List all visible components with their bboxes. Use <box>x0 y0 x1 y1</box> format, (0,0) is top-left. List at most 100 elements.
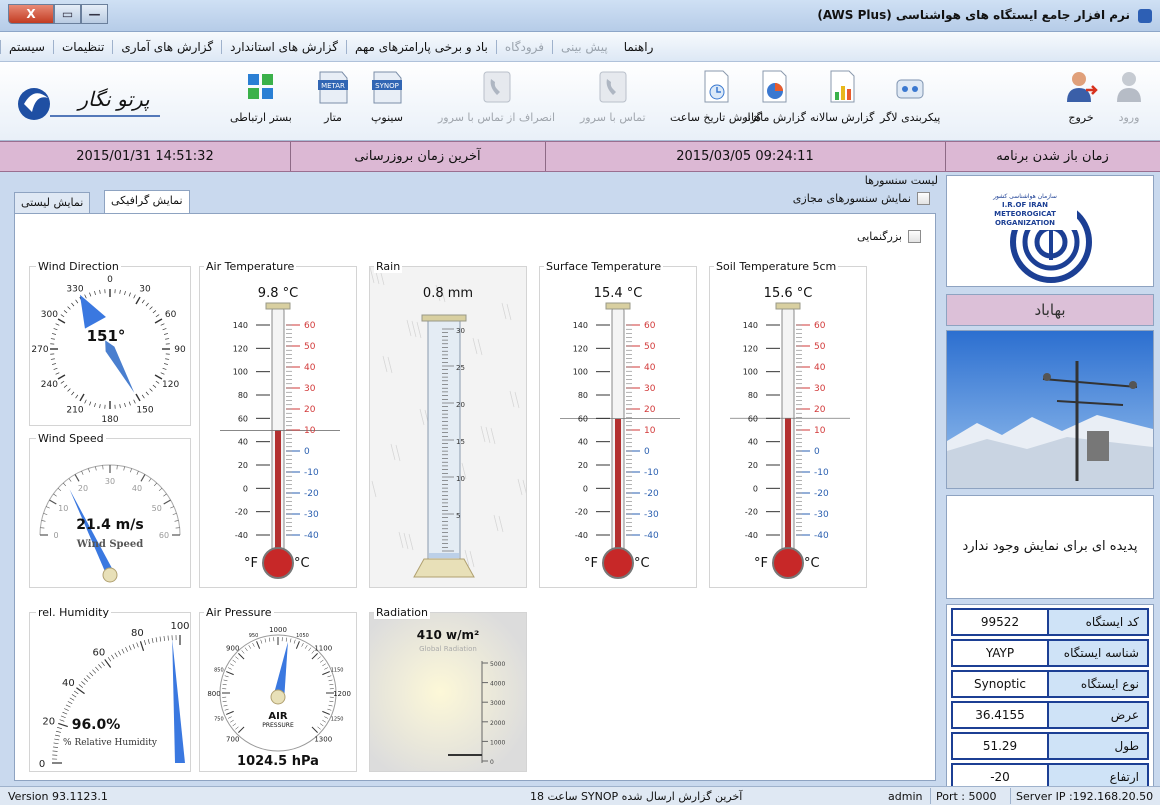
menu-standard-reports[interactable]: گزارش های استاندارد <box>221 39 346 54</box>
last-update-value: 2015/01/31 14:51:32 <box>76 149 214 164</box>
close-button[interactable]: X <box>8 4 54 24</box>
f-tick-label: 60 <box>238 414 248 423</box>
rain-cylinder-base <box>413 558 475 578</box>
svg-text:ORGANIZATION: ORGANIZATION <box>995 219 1055 227</box>
dial-tick <box>174 520 179 522</box>
humidity-tick <box>92 669 97 674</box>
wind-direction-tick-label: 30 <box>139 284 151 294</box>
tab-list[interactable]: نمایش لیستی <box>14 192 91 214</box>
humidity-tick <box>55 730 61 733</box>
monthly-report-button[interactable]: گزارش ماهانه <box>742 68 806 138</box>
logo-text: پرتو نگار <box>75 87 150 111</box>
pressure-tick-label: 900 <box>226 645 239 653</box>
dial-tick <box>141 394 145 399</box>
humidity-tick <box>65 704 71 708</box>
humidity-tick <box>159 636 162 642</box>
f-tick-label: -40 <box>575 531 588 540</box>
humidity-tick <box>64 708 69 711</box>
tab-graphic[interactable]: نمایش گرافیکی <box>104 190 190 214</box>
logger-config-button[interactable]: پیکربندی لاگر <box>880 68 940 138</box>
f-tick-label: 0 <box>243 484 248 493</box>
humidity-tick <box>139 641 145 651</box>
menu-forecast[interactable]: پیش بینی <box>552 39 616 54</box>
humidity-tick <box>83 678 88 682</box>
last-update-label: آخرین زمان بروزرسانی <box>354 149 481 164</box>
yearly-report-button[interactable]: گزارش سالانه <box>810 68 874 138</box>
synop-badge: SYNOP <box>375 82 399 90</box>
needle-hub <box>102 567 118 583</box>
disconnect-server-button[interactable]: انصراف از تماس با سرور <box>438 68 555 138</box>
dial-tick <box>141 299 145 304</box>
station-type-value: Synoptic <box>953 672 1049 696</box>
dial-tick <box>162 328 167 331</box>
org-logo-box: سازمان هواشناسی کشور I.R.OF IRAN METEORO… <box>946 175 1154 287</box>
c-tick-label: 50 <box>644 342 656 352</box>
c-tick-label: -10 <box>304 468 319 478</box>
f-tick-label: 60 <box>748 414 758 423</box>
rain-cylinder-rim <box>421 314 467 322</box>
f-tick-label: -20 <box>745 508 758 517</box>
rain-streak <box>514 391 520 409</box>
wind-speed-dial: 0 10 20 30 40 50 60 21.4 m/s Wind Speed <box>39 464 181 583</box>
c-tick-label: -20 <box>304 489 319 499</box>
dial-tick <box>55 323 60 326</box>
comm-button[interactable]: بستر ارتباطی <box>230 68 292 138</box>
pressure-tick-label: 1200 <box>333 690 351 698</box>
toolbar: پرتو نگار بستر ارتباطی METAR متار SYNOP … <box>0 62 1160 141</box>
synop-button[interactable]: SYNOP سینوپ <box>370 68 404 138</box>
user-exit-icon <box>1067 72 1098 102</box>
rain-streak <box>416 321 422 339</box>
needle-head <box>79 294 106 329</box>
dial-tick <box>124 403 126 408</box>
menu-airport[interactable]: فرودگاه <box>495 39 552 54</box>
c-tick-label: -40 <box>644 531 659 541</box>
checkbox[interactable] <box>908 230 921 243</box>
minimize-button[interactable]: — <box>81 4 108 24</box>
station-id-value: YAYP <box>953 641 1049 665</box>
radiation-panel: 410 w/m² Global Radiation 5000 4000 3000 2000… <box>370 613 526 771</box>
radiation-value: 410 w/m² <box>417 628 479 642</box>
dial-tick <box>140 474 146 482</box>
menu-settings[interactable]: تنظیمات <box>53 39 112 54</box>
dial-tick <box>60 380 65 384</box>
f-tick-label: 100 <box>233 368 248 377</box>
rain-streak <box>387 356 393 374</box>
wind-speed-caption: Wind Speed <box>76 539 144 550</box>
rain-tick-label: 30 <box>456 327 465 335</box>
dial-tick <box>53 328 58 331</box>
radiation-caption: Global Radiation <box>419 645 477 653</box>
f-tick-label: 0 <box>753 484 758 493</box>
rain-streak <box>506 303 512 321</box>
humidity-tick <box>155 637 158 643</box>
dial-tick <box>135 296 141 305</box>
wind-direction-tick-label: 0 <box>107 275 113 285</box>
wind-speed-tick-label: 60 <box>159 531 169 540</box>
f-tick-label: -20 <box>575 508 588 517</box>
soil_temp-mercury <box>785 418 791 557</box>
checkbox[interactable] <box>917 192 930 205</box>
version-text: Version 93.1123.1 <box>8 790 108 803</box>
rain-streak <box>419 408 425 426</box>
contact-server-button[interactable]: تماس با سرور <box>580 68 646 138</box>
menu-wind-parameters[interactable]: باد و برخی پارامترهای مهم <box>345 39 496 54</box>
login-button[interactable]: ورود <box>1112 68 1146 138</box>
radiation-tick-label: 4000 <box>490 681 505 688</box>
humidity-caption: % Relative Humidity <box>63 738 158 748</box>
dial-tick <box>119 404 121 409</box>
virtual-sensors-checkbox[interactable]: نمایش سنسورهای مجازی <box>793 192 930 205</box>
dial-tick <box>123 466 125 471</box>
metar-button[interactable]: METAR متار <box>316 68 350 138</box>
c-tick-label: 0 <box>644 447 650 457</box>
exit-button[interactable]: خروج <box>1064 68 1098 138</box>
f-tick-label: 100 <box>743 368 758 377</box>
air-temperature-title: Air Temperature <box>204 260 297 273</box>
humidity-tick <box>111 654 115 660</box>
maximize-button[interactable]: ▭ <box>54 4 81 24</box>
menu-system[interactable]: سیستم <box>0 39 53 54</box>
f-tick-label: 80 <box>238 391 248 400</box>
dial-tick <box>41 520 46 522</box>
station-info-list: 99522 کد ایستگاه YAYP شناسه ایستگاه Syno… <box>946 604 1154 797</box>
menu-help[interactable]: راهنما <box>616 40 662 54</box>
zoom-checkbox[interactable]: بزرگنمایی <box>857 230 921 243</box>
menu-statistical-reports[interactable]: گزارش های آماری <box>112 39 221 54</box>
